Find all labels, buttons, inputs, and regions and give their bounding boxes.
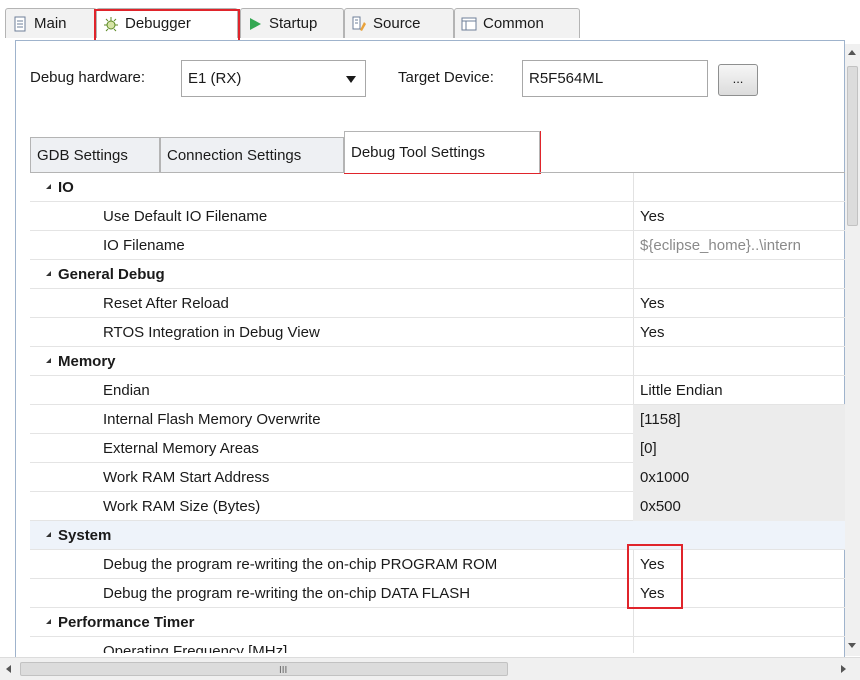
property-row[interactable]: IO Filename ${eclipse_home}..\intern bbox=[30, 231, 845, 260]
scroll-grip: III bbox=[279, 665, 288, 676]
tab-debugger[interactable]: Debugger bbox=[96, 8, 238, 38]
property-value[interactable]: Yes bbox=[640, 208, 845, 225]
property-value[interactable]: Little Endian bbox=[640, 382, 845, 399]
debug-hardware-value: E1 (RX) bbox=[188, 70, 242, 87]
tab-common[interactable]: Common bbox=[454, 8, 580, 38]
property-name: Use Default IO Filename bbox=[103, 208, 268, 225]
settings-tabs: GDB Settings Connection Settings Debug T… bbox=[30, 131, 830, 174]
property-row[interactable]: RTOS Integration in Debug View Yes bbox=[30, 318, 845, 347]
property-group-row[interactable]: Performance Timer bbox=[30, 608, 845, 637]
tab-connection-settings[interactable]: Connection Settings bbox=[160, 137, 344, 173]
property-value[interactable]: Yes bbox=[640, 556, 845, 573]
property-name: External Memory Areas bbox=[103, 440, 259, 457]
property-group-row[interactable]: IO bbox=[30, 173, 845, 202]
property-row[interactable]: Operating Frequency [MHz] bbox=[30, 637, 845, 653]
target-device-field[interactable]: R5F564ML bbox=[522, 60, 708, 97]
property-value[interactable]: 0x500 bbox=[640, 498, 845, 515]
expand-triangle-icon[interactable] bbox=[46, 271, 51, 276]
browse-device-button[interactable]: ... bbox=[718, 64, 758, 96]
common-icon bbox=[461, 17, 477, 30]
tab-main[interactable]: Main bbox=[5, 8, 97, 38]
property-value[interactable]: Yes bbox=[640, 295, 845, 312]
scroll-up-icon[interactable] bbox=[848, 50, 856, 55]
property-name: Debug the program re-writing the on-chip… bbox=[103, 585, 471, 602]
property-row[interactable]: Debug the program re-writing the on-chip… bbox=[30, 579, 845, 608]
property-name: Operating Frequency [MHz] bbox=[103, 643, 288, 653]
property-row[interactable]: Work RAM Start Address 0x1000 bbox=[30, 463, 845, 492]
document-icon bbox=[14, 16, 26, 31]
debug-hardware-select[interactable]: E1 (RX) bbox=[181, 60, 366, 97]
scroll-left-icon[interactable] bbox=[6, 665, 11, 673]
launch-config-tabs: Main Debugger Startup Source Common bbox=[0, 0, 860, 45]
property-name: Work RAM Size (Bytes) bbox=[103, 498, 261, 515]
property-group-row[interactable]: Memory bbox=[30, 347, 845, 376]
tab-main-label: Main bbox=[34, 15, 67, 32]
scroll-down-icon[interactable] bbox=[848, 643, 856, 648]
tab-debugger-label: Debugger bbox=[125, 15, 191, 32]
expand-triangle-icon[interactable] bbox=[46, 358, 51, 363]
expand-triangle-icon[interactable] bbox=[46, 532, 51, 537]
property-name: IO Filename bbox=[103, 237, 185, 254]
property-value[interactable]: [1158] bbox=[640, 411, 845, 428]
property-name: Reset After Reload bbox=[103, 295, 229, 312]
property-row[interactable]: Use Default IO Filename Yes bbox=[30, 202, 845, 231]
property-group-label: General Debug bbox=[58, 266, 165, 283]
property-name: Internal Flash Memory Overwrite bbox=[103, 411, 321, 428]
property-row[interactable]: Internal Flash Memory Overwrite [1158] bbox=[30, 405, 845, 434]
property-row[interactable]: Reset After Reload Yes bbox=[30, 289, 845, 318]
property-value[interactable]: ${eclipse_home}..\intern bbox=[640, 237, 845, 254]
expand-triangle-icon[interactable] bbox=[46, 184, 51, 189]
property-row[interactable]: External Memory Areas [0] bbox=[30, 434, 845, 463]
property-group-label: Performance Timer bbox=[58, 614, 195, 631]
vertical-scrollbar[interactable] bbox=[845, 44, 860, 656]
tab-gdb-settings[interactable]: GDB Settings bbox=[30, 137, 160, 173]
tab-debug-tool-settings[interactable]: Debug Tool Settings bbox=[344, 131, 540, 173]
play-icon bbox=[250, 17, 261, 30]
tab-source-label: Source bbox=[373, 15, 421, 32]
vertical-scroll-thumb[interactable] bbox=[847, 66, 858, 226]
horizontal-scroll-thumb[interactable]: III bbox=[20, 662, 508, 676]
property-value[interactable]: 0x1000 bbox=[640, 469, 845, 486]
property-group-row[interactable]: General Debug bbox=[30, 260, 845, 289]
property-value[interactable]: Yes bbox=[640, 585, 845, 602]
tab-startup[interactable]: Startup bbox=[240, 8, 344, 38]
property-row[interactable]: Debug the program re-writing the on-chip… bbox=[30, 550, 845, 579]
property-group-label: IO bbox=[58, 179, 74, 196]
property-name: Work RAM Start Address bbox=[103, 469, 270, 486]
property-name: Endian bbox=[103, 382, 150, 399]
target-device-value: R5F564ML bbox=[529, 70, 604, 87]
property-table: IO Use Default IO Filename Yes IO Filename $… bbox=[30, 172, 845, 653]
hardware-row: Debug hardware: E1 (RX) Target Device: R… bbox=[30, 60, 770, 100]
target-device-label: Target Device: bbox=[398, 69, 494, 86]
property-group-label: System bbox=[58, 527, 112, 544]
property-row[interactable]: Work RAM Size (Bytes) 0x500 bbox=[30, 492, 845, 521]
property-value[interactable]: [0] bbox=[640, 440, 845, 457]
property-value[interactable]: Yes bbox=[640, 324, 845, 341]
horizontal-scrollbar[interactable]: III bbox=[0, 657, 860, 680]
tab-common-label: Common bbox=[483, 15, 544, 32]
expand-triangle-icon[interactable] bbox=[46, 619, 51, 624]
debug-hardware-label: Debug hardware: bbox=[30, 69, 146, 86]
property-group-row[interactable]: System bbox=[30, 521, 845, 550]
bug-icon bbox=[104, 16, 118, 31]
chevron-down-icon bbox=[346, 76, 356, 83]
property-row[interactable]: Endian Little Endian bbox=[30, 376, 845, 405]
scroll-right-icon[interactable] bbox=[841, 665, 846, 673]
tab-startup-label: Startup bbox=[269, 15, 318, 32]
property-name: Debug the program re-writing the on-chip… bbox=[103, 556, 498, 573]
source-icon bbox=[352, 16, 366, 31]
property-name: RTOS Integration in Debug View bbox=[103, 324, 320, 341]
property-group-label: Memory bbox=[58, 353, 116, 370]
tab-source[interactable]: Source bbox=[344, 8, 454, 38]
